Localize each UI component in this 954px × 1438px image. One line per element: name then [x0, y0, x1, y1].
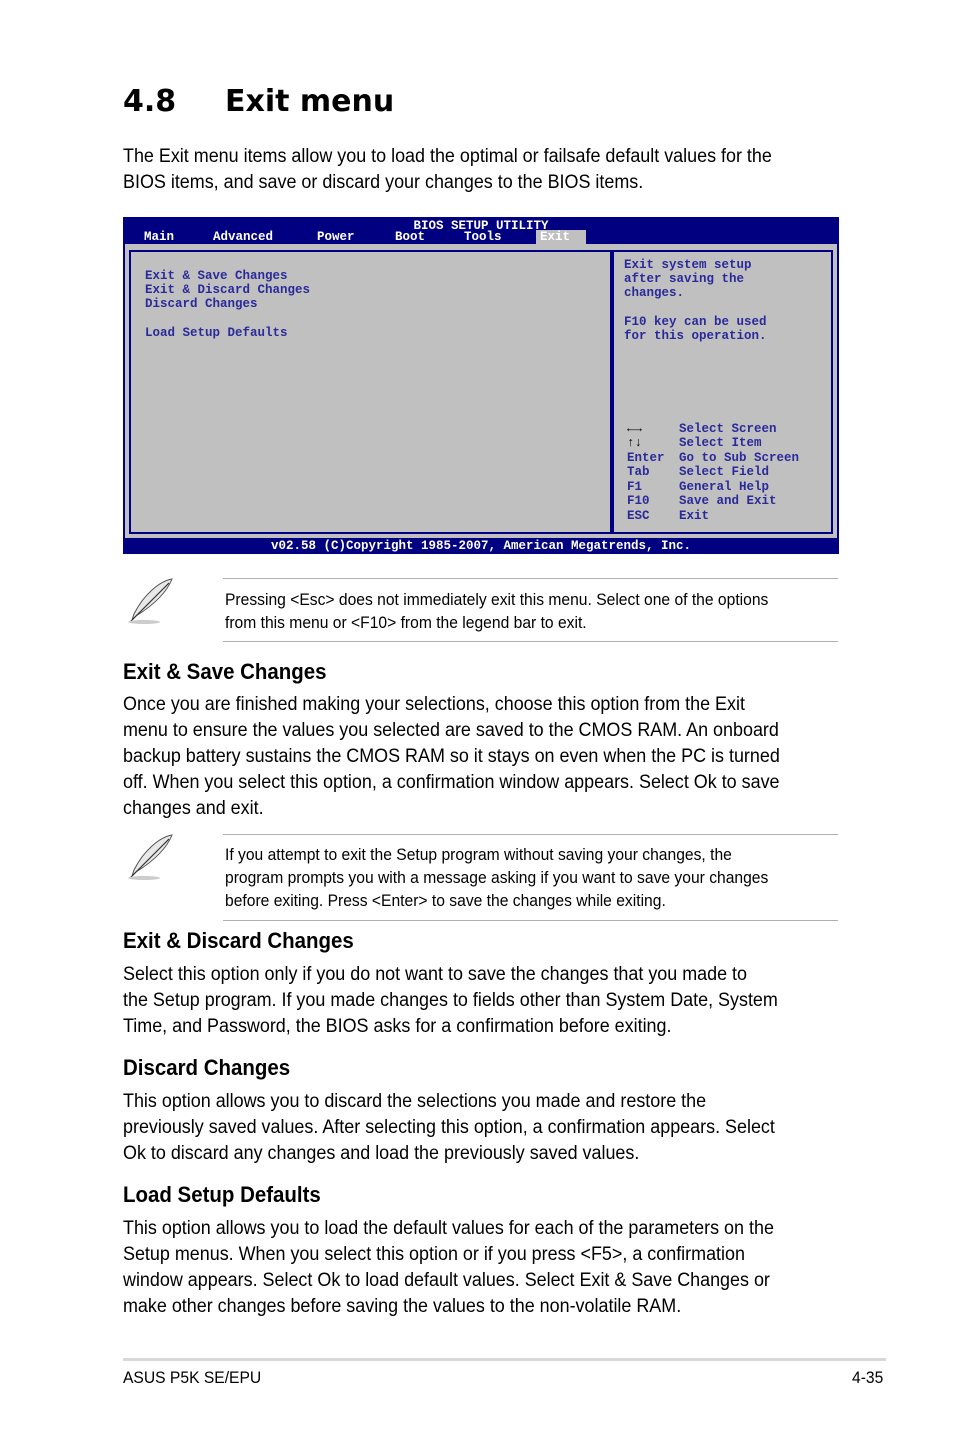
- menu-item-discard[interactable]: Discard Changes: [145, 297, 258, 311]
- note-divider: [223, 920, 838, 921]
- help-line: for this operation.: [624, 329, 767, 343]
- bios-screen: BIOS SETUP UTILITY Main Advanced Power B…: [123, 217, 839, 554]
- legend-action: Exit: [679, 509, 710, 523]
- body-line: Select this option only if you do not wa…: [123, 964, 748, 985]
- note-line: program prompts you with a message askin…: [225, 868, 769, 887]
- section-number: 4.8: [123, 84, 177, 119]
- note-divider: [223, 834, 838, 835]
- help-line: F10 key can be used: [624, 315, 767, 329]
- legend-key: F10: [627, 494, 650, 508]
- bios-tab-bar: Main Advanced Power Boot Tools Exit: [123, 230, 839, 244]
- body-line: Setup menus. When you select this option…: [123, 1244, 745, 1265]
- legend-action: Select Screen: [679, 422, 777, 436]
- legend-action: Select Item: [679, 436, 762, 450]
- body-line: previously saved values. After selecting…: [123, 1117, 775, 1138]
- help-line: after saving the: [624, 272, 745, 286]
- intro-line: BIOS items, and save or discard your cha…: [123, 172, 644, 193]
- note-feather-icon: [128, 578, 173, 624]
- help-line: changes.: [624, 286, 685, 300]
- legend-action: Select Field: [679, 465, 770, 479]
- menu-panel: Exit & Save Changes Exit & Discard Chang…: [129, 250, 612, 534]
- note-feather-icon: [128, 834, 173, 880]
- footer-page-number: 4-35: [852, 1368, 884, 1387]
- menu-item-exit-discard[interactable]: Exit & Discard Changes: [145, 283, 310, 297]
- body-line: This option allows you to load the defau…: [123, 1218, 774, 1239]
- note-divider: [223, 641, 838, 642]
- legend-key: Enter: [627, 451, 665, 465]
- body-line: menu to ensure the values you selected a…: [123, 720, 779, 741]
- subsection-title: Exit & Discard Changes: [123, 928, 354, 953]
- tab-tools[interactable]: Tools: [460, 230, 506, 244]
- tab-main[interactable]: Main: [140, 230, 178, 244]
- body-line: off. When you select this option, a conf…: [123, 772, 780, 793]
- note-divider: [223, 578, 838, 579]
- menu-item-exit-save[interactable]: Exit & Save Changes: [145, 269, 288, 283]
- legend-action: General Help: [679, 480, 770, 494]
- help-line: Exit system setup: [624, 258, 752, 272]
- subsection-title: Discard Changes: [123, 1055, 291, 1080]
- menu-item-load-defaults[interactable]: Load Setup Defaults: [145, 326, 288, 340]
- section-heading: 4.8 Exit menu: [123, 84, 394, 119]
- body-line: changes and exit.: [123, 798, 264, 819]
- footer-product: ASUS P5K SE/EPU: [123, 1368, 262, 1387]
- arrow-left-right-icon: ←→: [627, 422, 643, 436]
- tab-power[interactable]: Power: [313, 230, 359, 244]
- body-line: Ok to discard any changes and load the p…: [123, 1143, 640, 1164]
- body-line: backup battery sustains the CMOS RAM so …: [123, 746, 780, 767]
- legend-action: Save and Exit: [679, 494, 777, 508]
- note-line: from this menu or <F10> from the legend …: [225, 613, 587, 632]
- tab-exit[interactable]: Exit: [536, 230, 586, 244]
- legend-key: Tab: [627, 465, 650, 479]
- subsection-title: Load Setup Defaults: [123, 1182, 321, 1207]
- note-line: before exiting. Press <Enter> to save th…: [225, 891, 666, 910]
- arrow-up-down-icon: ↑↓: [627, 436, 643, 450]
- body-line: This option allows you to discard the se…: [123, 1091, 707, 1112]
- body-line: Time, and Password, the BIOS asks for a …: [123, 1016, 672, 1037]
- tab-advanced[interactable]: Advanced: [209, 230, 277, 244]
- legend-key: F1: [627, 480, 643, 494]
- body-line: make other changes before saving the val…: [123, 1296, 682, 1317]
- bios-body: Exit & Save Changes Exit & Discard Chang…: [125, 244, 837, 538]
- bios-footer: v02.58 (C)Copyright 1985-2007, American …: [270, 539, 692, 553]
- section-title: Exit menu: [225, 84, 395, 119]
- help-panel: Exit system setup after saving the chang…: [612, 250, 833, 534]
- tab-boot[interactable]: Boot: [391, 230, 429, 244]
- legend-action: Go to Sub Screen: [679, 451, 800, 465]
- footer-divider: [123, 1358, 886, 1361]
- intro-line: The Exit menu items allow you to load th…: [123, 146, 772, 167]
- note-line: If you attempt to exit the Setup program…: [225, 845, 732, 864]
- body-line: the Setup program. If you made changes t…: [123, 990, 778, 1011]
- body-line: window appears. Select Ok to load defaul…: [123, 1270, 770, 1291]
- legend-key: ESC: [627, 509, 650, 523]
- note-line: Pressing <Esc> does not immediately exit…: [225, 590, 769, 609]
- body-line: Once you are finished making your select…: [123, 694, 745, 715]
- subsection-title: Exit & Save Changes: [123, 659, 327, 684]
